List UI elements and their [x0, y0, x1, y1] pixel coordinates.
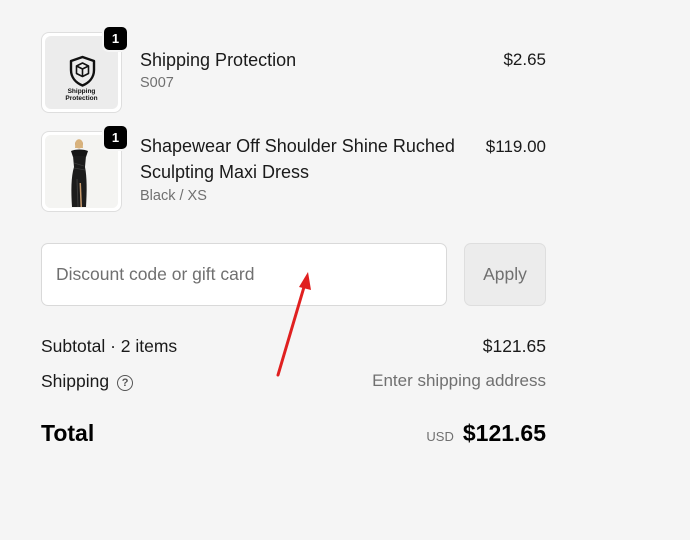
total-label: Total — [41, 420, 95, 446]
item-variant: Black / XS — [140, 188, 207, 204]
question-circle-icon[interactable]: ? — [117, 375, 134, 391]
item-price: $119.00 — [485, 137, 546, 156]
line-item-dress: 1 Shapewear Off Shoulder Shine Ruched Sc… — [41, 124, 546, 213]
quantity-badge: 1 — [102, 124, 129, 151]
subtotal-value: $121.65 — [482, 336, 546, 356]
line-item-shipping-protection: Shipping Protection 1 Shipping Protectio… — [41, 25, 546, 113]
product-thumbnail: Shipping Protection 1 — [41, 25, 129, 113]
item-variant: S007 — [140, 75, 174, 91]
product-thumbnail: 1 — [41, 124, 129, 212]
apply-discount-button[interactable]: Apply — [464, 243, 546, 306]
total-value-group: USD $121.65 — [426, 420, 546, 447]
thumbnail-caption: Shipping Protection — [65, 88, 98, 102]
quantity-badge: 1 — [102, 25, 129, 52]
item-price: $2.65 — [503, 50, 546, 69]
shipping-label: Shipping — [41, 371, 110, 391]
discount-code-input[interactable] — [41, 243, 447, 306]
subtotal-label: Subtotal · 2 items — [41, 336, 178, 356]
order-summary: Shipping Protection 1 Shipping Protectio… — [41, 0, 546, 540]
currency-code: USD — [426, 429, 454, 444]
shipping-row-label: Shipping? — [41, 371, 134, 392]
total-amount: $121.65 — [462, 420, 546, 446]
item-title: Shipping Protection — [140, 50, 297, 70]
item-title: Shapewear Off Shoulder Shine Ruched Scul… — [140, 136, 455, 182]
shipping-value: Enter shipping address — [372, 371, 546, 390]
